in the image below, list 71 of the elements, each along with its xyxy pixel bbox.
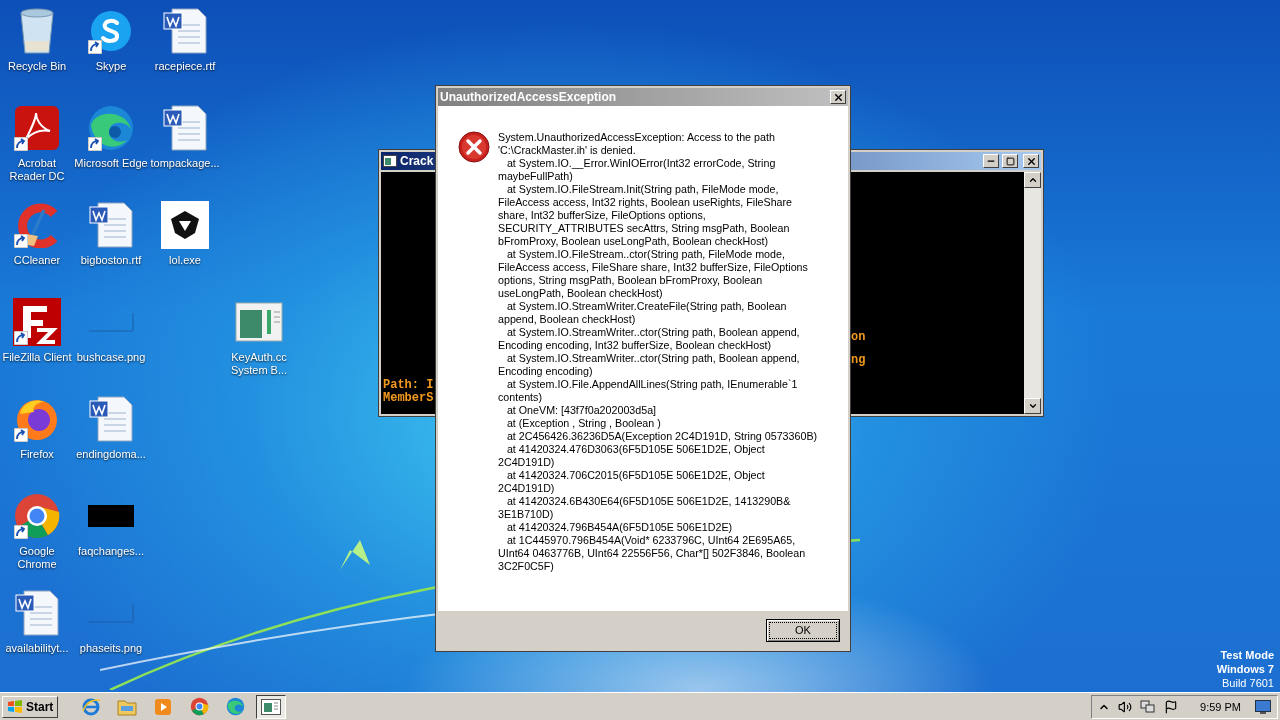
recycle-bin-icon <box>17 7 57 55</box>
desktop-icon-label[interactable]: Recycle Bin <box>0 60 74 73</box>
desktop-icon-label[interactable]: bushcase.png <box>74 351 148 364</box>
console-title: Crack <box>400 154 434 168</box>
thumbnail-outline-icon <box>88 312 134 332</box>
console-text: Path: I <box>383 378 434 392</box>
desktop-icon-label[interactable]: Firefox <box>0 448 74 461</box>
document-icon <box>162 104 208 152</box>
error-message: System.UnauthorizedAccessException: Access to the path 'C:\CrackMaster.ih' is denied. at System.IO.__Error.WinIOError(Int32 errorCode, String maybeFullPath) at System.IO.FileStream.Init(String path, FileMode mode, FileAccess access, Int32 rights, Boolean useRights, FileShare share, Int32 bufferSize, FileOptions options, SECURITY_ATTRIBUTES secAttrs, String msgPath, Boolean bFromProxy, Boolean useLongPath, Boolean checkHost) at System.IO.FileStream..ctor(String path, FileMode mode, FileAccess access, FileShare share, Int32 bufferSize, FileOptions options, String msgPath, Boolean bFromProxy, Boolean useLongPath, Boolean checkHost) at System.IO.StreamWriter.CreateFile(String path, Boolean append, Boolean checkHost) at System.IO.StreamWriter..ctor(String path, Boolean append, Encoding encoding, Int32 bufferSize, Boolean checkHost) at System.IO.StreamWriter..ctor(String path, Boolean append, Encoding encoding) at System.IO.File.AppendAllLines(String path, IEnumerable`1 contents) at OneVM: [43f7f0a202003d5a] at (Exception , String , Boolean ) at 2C456426.36236D5A(Exception 2C4D191D, String 0573360B) at 41420324.476D3063(6F5D105E 506E1D2E, Object 2C4D191D) at 41420324.706C2015(6F5D105E 506E1D2E, Object 2C4D191D) at 41420324.6B430E64(6F5D105E 506E1D2E, 1413290B& 3E1B710D) at 41420324.796B454A(6F5D105E 506E1D2E) at 1C445970.796B454A(Void* 6233796C, UInt64 2E695A65, UInt64 0463776B, UInt64 22556F56, Char*[] 502F3846, Boolean 3C2F0C5F) <box>498 131 819 574</box>
filezilla-icon <box>13 298 61 346</box>
console-text: MemberS <box>383 391 434 405</box>
chrome-icon <box>13 492 61 540</box>
thumbnail-outline-icon <box>88 603 134 623</box>
media-player-icon <box>154 697 173 716</box>
ie-icon <box>81 696 102 717</box>
minimize-button[interactable] <box>983 154 999 168</box>
folder-icon <box>117 697 138 716</box>
scroll-down-icon <box>1027 401 1038 411</box>
scrollbar[interactable] <box>1024 172 1041 414</box>
os-name-text: Windows 7 <box>1216 662 1274 676</box>
maximize-icon <box>1005 156 1015 166</box>
dialog-title: UnauthorizedAccessException <box>440 90 618 104</box>
desktop-icon-label[interactable]: Microsoft Edge <box>74 157 148 170</box>
skype-icon <box>89 9 133 53</box>
window-thumbnail-icon <box>235 302 283 342</box>
desktop-icon-label[interactable]: phaseits.png <box>74 642 148 655</box>
emblem-icon <box>161 201 209 249</box>
windows-logo-icon <box>7 699 23 714</box>
desktop-icon-label[interactable]: endingdoma... <box>74 448 148 461</box>
error-icon <box>458 131 490 163</box>
start-button[interactable]: Start <box>2 695 59 718</box>
console-window-icon <box>383 155 397 167</box>
document-icon <box>162 7 208 55</box>
document-icon <box>88 395 134 443</box>
desktop-icon-label[interactable]: faqchanges... <box>74 545 148 558</box>
scroll-up-icon <box>1027 175 1038 185</box>
console-text: on <box>851 330 866 344</box>
close-button[interactable] <box>1023 154 1039 168</box>
document-icon <box>88 201 134 249</box>
show-desktop-icon[interactable] <box>1255 699 1271 714</box>
chrome-icon <box>189 697 209 716</box>
image-thumbnail-icon <box>88 505 134 527</box>
console-text: ng <box>851 353 866 367</box>
desktop-icon-label[interactable]: Acrobat Reader DC <box>0 157 74 183</box>
desktop-icon-label[interactable]: Skype <box>74 60 148 73</box>
test-mode-text: Test Mode <box>1220 648 1274 662</box>
desktop-icon-label[interactable]: availabilityt... <box>0 642 74 655</box>
desktop-icon-label[interactable]: racepiece.rtf <box>148 60 222 73</box>
acrobat-icon <box>14 105 60 151</box>
desktop-icon-label[interactable]: Google Chrome <box>0 545 74 571</box>
desktop-icon-label[interactable]: FileZilla Client <box>0 351 74 364</box>
flag-icon[interactable] <box>1164 699 1179 714</box>
document-icon <box>14 589 60 637</box>
close-icon <box>832 91 844 103</box>
desktop-icon-label[interactable]: lol.exe <box>148 254 222 267</box>
close-button[interactable] <box>830 90 846 104</box>
desktop-icon-label[interactable]: KeyAuth.cc System B... <box>222 351 296 377</box>
desktop-icon-label[interactable]: tompackage... <box>148 157 222 170</box>
network-icon[interactable] <box>1140 699 1157 714</box>
desktop-icon-label[interactable]: bigboston.rtf <box>74 254 148 267</box>
clock[interactable]: 9:59 PM <box>1200 700 1241 713</box>
taskbar-app-button[interactable] <box>256 694 287 719</box>
edge-icon <box>225 697 245 716</box>
window-icon <box>261 698 282 715</box>
ok-button[interactable]: OK <box>766 618 840 642</box>
speaker-icon[interactable] <box>1118 699 1133 714</box>
close-icon <box>1025 155 1037 167</box>
edge-icon <box>87 104 135 152</box>
build-text: Build 7601 <box>1222 676 1274 690</box>
desktop-icon-label[interactable]: CCleaner <box>0 254 74 267</box>
maximize-button[interactable] <box>1002 154 1018 168</box>
